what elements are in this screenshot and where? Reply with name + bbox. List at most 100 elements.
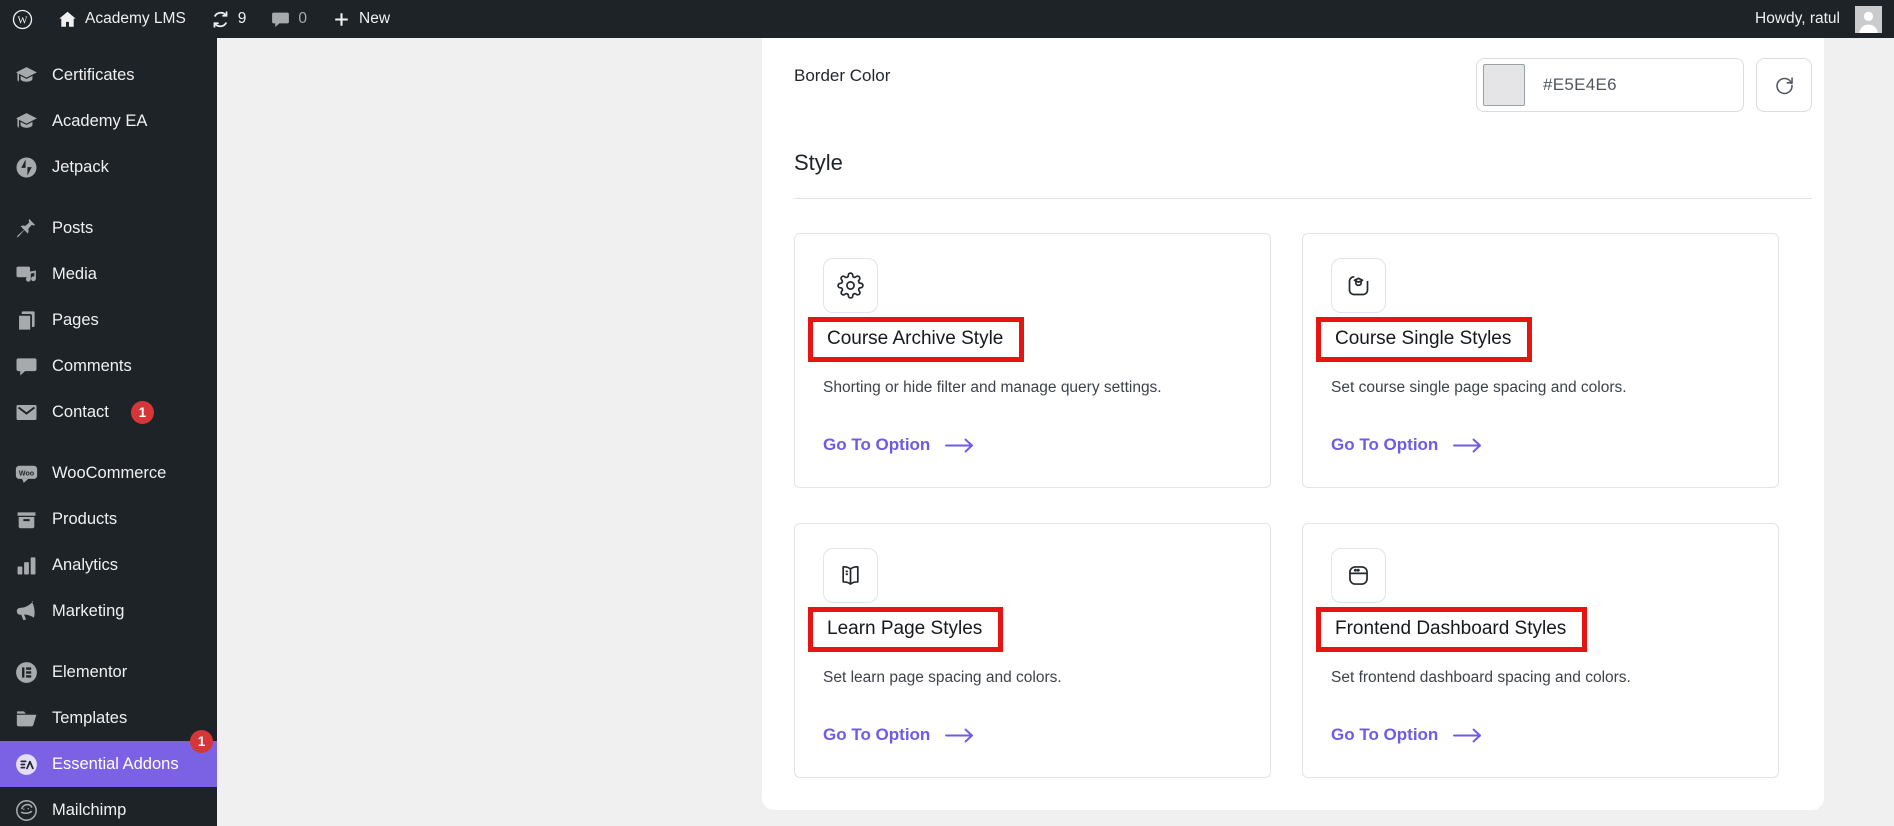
avatar	[1855, 5, 1882, 33]
card-learn-page-styles: Learn Page Styles Set learn page spacing …	[794, 523, 1271, 778]
sidebar-item-academy-ea[interactable]: Academy EA	[0, 98, 217, 144]
sidebar-item-label: Analytics	[52, 555, 119, 574]
sidebar-item-marketing[interactable]: Marketing	[0, 588, 217, 634]
wp-logo-menu[interactable]: W	[0, 0, 45, 38]
reset-button[interactable]	[1756, 58, 1812, 112]
go-to-option-label: Go To Option	[1331, 725, 1439, 744]
sidebar-item-media[interactable]: Media	[0, 251, 217, 297]
sidebar-item-contact[interactable]: Contact 1	[0, 389, 217, 435]
annotation-red-box: Learn Page Styles	[808, 607, 1004, 652]
sidebar-item-label: Pages	[52, 310, 99, 329]
annotation-red-box: Course Archive Style	[808, 317, 1025, 362]
sidebar-item-label: Products	[52, 509, 118, 528]
sidebar-item-label: Media	[52, 264, 97, 283]
go-to-option-label: Go To Option	[823, 725, 931, 744]
sidebar-item-jetpack[interactable]: Jetpack	[0, 144, 217, 190]
sidebar-item-templates[interactable]: Templates	[0, 695, 217, 741]
card-course-single-styles: Course Single Styles Set course single pa…	[1302, 233, 1779, 488]
sidebar-item-analytics[interactable]: Analytics	[0, 542, 217, 588]
arrow-right-icon	[944, 727, 975, 744]
go-to-option-label: Go To Option	[1331, 435, 1439, 454]
divider	[794, 198, 1812, 199]
sidebar-item-label: Academy EA	[52, 111, 148, 130]
comments-menu[interactable]: 0	[258, 0, 319, 38]
updates-count: 9	[237, 10, 247, 27]
annotation-red-box: Frontend Dashboard Styles	[1316, 607, 1588, 652]
pages-icon	[14, 308, 39, 333]
sidebar-item-label: WooCommerce	[52, 463, 167, 482]
card-description: Set frontend dashboard spacing and color…	[1331, 669, 1631, 686]
sidebar-item-certificates[interactable]: Certificates	[0, 52, 217, 98]
sidebar-menu-group: Elementor Templates Essential Addons 1 Mailc…	[0, 649, 217, 826]
ea-icon	[14, 752, 39, 777]
color-swatch[interactable]	[1483, 64, 1525, 106]
update-icon	[210, 9, 231, 30]
sidebar-item-label: Certificates	[52, 65, 135, 84]
site-name: Academy LMS	[85, 10, 186, 27]
card-description: Set learn page spacing and colors.	[823, 669, 1062, 686]
account-menu[interactable]: Howdy, ratul	[1743, 0, 1894, 38]
sidebar-item-comments[interactable]: Comments	[0, 343, 217, 389]
svg-text:Woo: Woo	[19, 469, 35, 477]
go-to-option-link[interactable]: Go To Option	[823, 725, 975, 745]
sidebar-item-label: Jetpack	[52, 157, 109, 176]
go-to-option-link[interactable]: Go To Option	[1331, 435, 1483, 455]
sidebar-item-label: Essential Addons	[52, 754, 179, 773]
sidebar-item-essential-addons[interactable]: Essential Addons 1	[0, 730, 217, 787]
arrow-right-icon	[1452, 727, 1483, 744]
color-value: #E5E4E6	[1543, 75, 1617, 94]
media-icon	[14, 262, 39, 287]
updates-menu[interactable]: 9	[198, 0, 259, 38]
dashboard-icon	[1331, 548, 1386, 603]
jetpack-icon	[14, 155, 39, 180]
box-icon	[14, 507, 39, 532]
go-to-option-label: Go To Option	[823, 435, 931, 454]
cards-grid: Course Archive Style Shorting or hide fil…	[794, 233, 1812, 778]
notification-badge: 1	[190, 730, 213, 753]
envelope-icon	[14, 400, 39, 425]
card-course-archive-style: Course Archive Style Shorting or hide fil…	[794, 233, 1271, 488]
sidebar-item-woocommerce[interactable]: Woo WooCommerce	[0, 450, 217, 496]
sidebar-item-label: Marketing	[52, 601, 125, 620]
graduation-cap-icon	[14, 109, 39, 134]
sidebar-item-elementor[interactable]: Elementor	[0, 649, 217, 695]
new-menu[interactable]: New	[319, 0, 402, 38]
gear-icon	[823, 258, 878, 313]
refresh-icon	[1773, 74, 1796, 97]
mailchimp-icon	[14, 798, 39, 823]
arrow-right-icon	[1452, 437, 1483, 454]
border-color-row: Border Color #E5E4E6	[794, 58, 1812, 112]
folder-icon	[14, 706, 39, 731]
sidebar-menu: Certificates Academy EA Jetpack Posts Media P…	[0, 38, 217, 826]
border-color-input[interactable]: #E5E4E6	[1476, 58, 1744, 112]
comments-count: 0	[298, 10, 308, 27]
home-icon	[57, 9, 78, 30]
howdy-text: Howdy, ratul	[1755, 10, 1840, 27]
chart-icon	[14, 553, 39, 578]
sidebar-item-label: Contact	[52, 402, 109, 421]
arrow-right-icon	[944, 437, 975, 454]
course-single-icon	[1331, 258, 1386, 313]
sidebar-item-label: Comments	[52, 356, 132, 375]
sidebar-item-label: Mailchimp	[52, 800, 127, 819]
go-to-option-link[interactable]: Go To Option	[823, 435, 975, 455]
svg-text:W: W	[18, 15, 28, 26]
notification-badge: 1	[130, 400, 154, 424]
wordpress-icon: W	[12, 9, 33, 30]
main-panel: Border Color #E5E4E6 Style Course Archiv…	[762, 38, 1824, 810]
card-title: Course Archive Style	[827, 328, 1004, 349]
comments-icon	[270, 9, 291, 30]
sidebar-item-products[interactable]: Products	[0, 496, 217, 542]
site-menu[interactable]: Academy LMS	[45, 0, 198, 38]
admin-bar: W Academy LMS 9 0 New Howdy, ratul	[0, 0, 1894, 38]
graduation-cap-icon	[14, 63, 39, 88]
plus-icon	[331, 9, 352, 30]
sidebar-item-mailchimp[interactable]: Mailchimp	[0, 787, 217, 826]
section-title: Style	[794, 150, 843, 175]
border-color-controls: #E5E4E6	[1476, 58, 1812, 112]
pin-icon	[14, 216, 39, 241]
woo-icon: Woo	[14, 461, 39, 486]
sidebar-item-posts[interactable]: Posts	[0, 205, 217, 251]
go-to-option-link[interactable]: Go To Option	[1331, 725, 1483, 745]
sidebar-item-pages[interactable]: Pages	[0, 297, 217, 343]
